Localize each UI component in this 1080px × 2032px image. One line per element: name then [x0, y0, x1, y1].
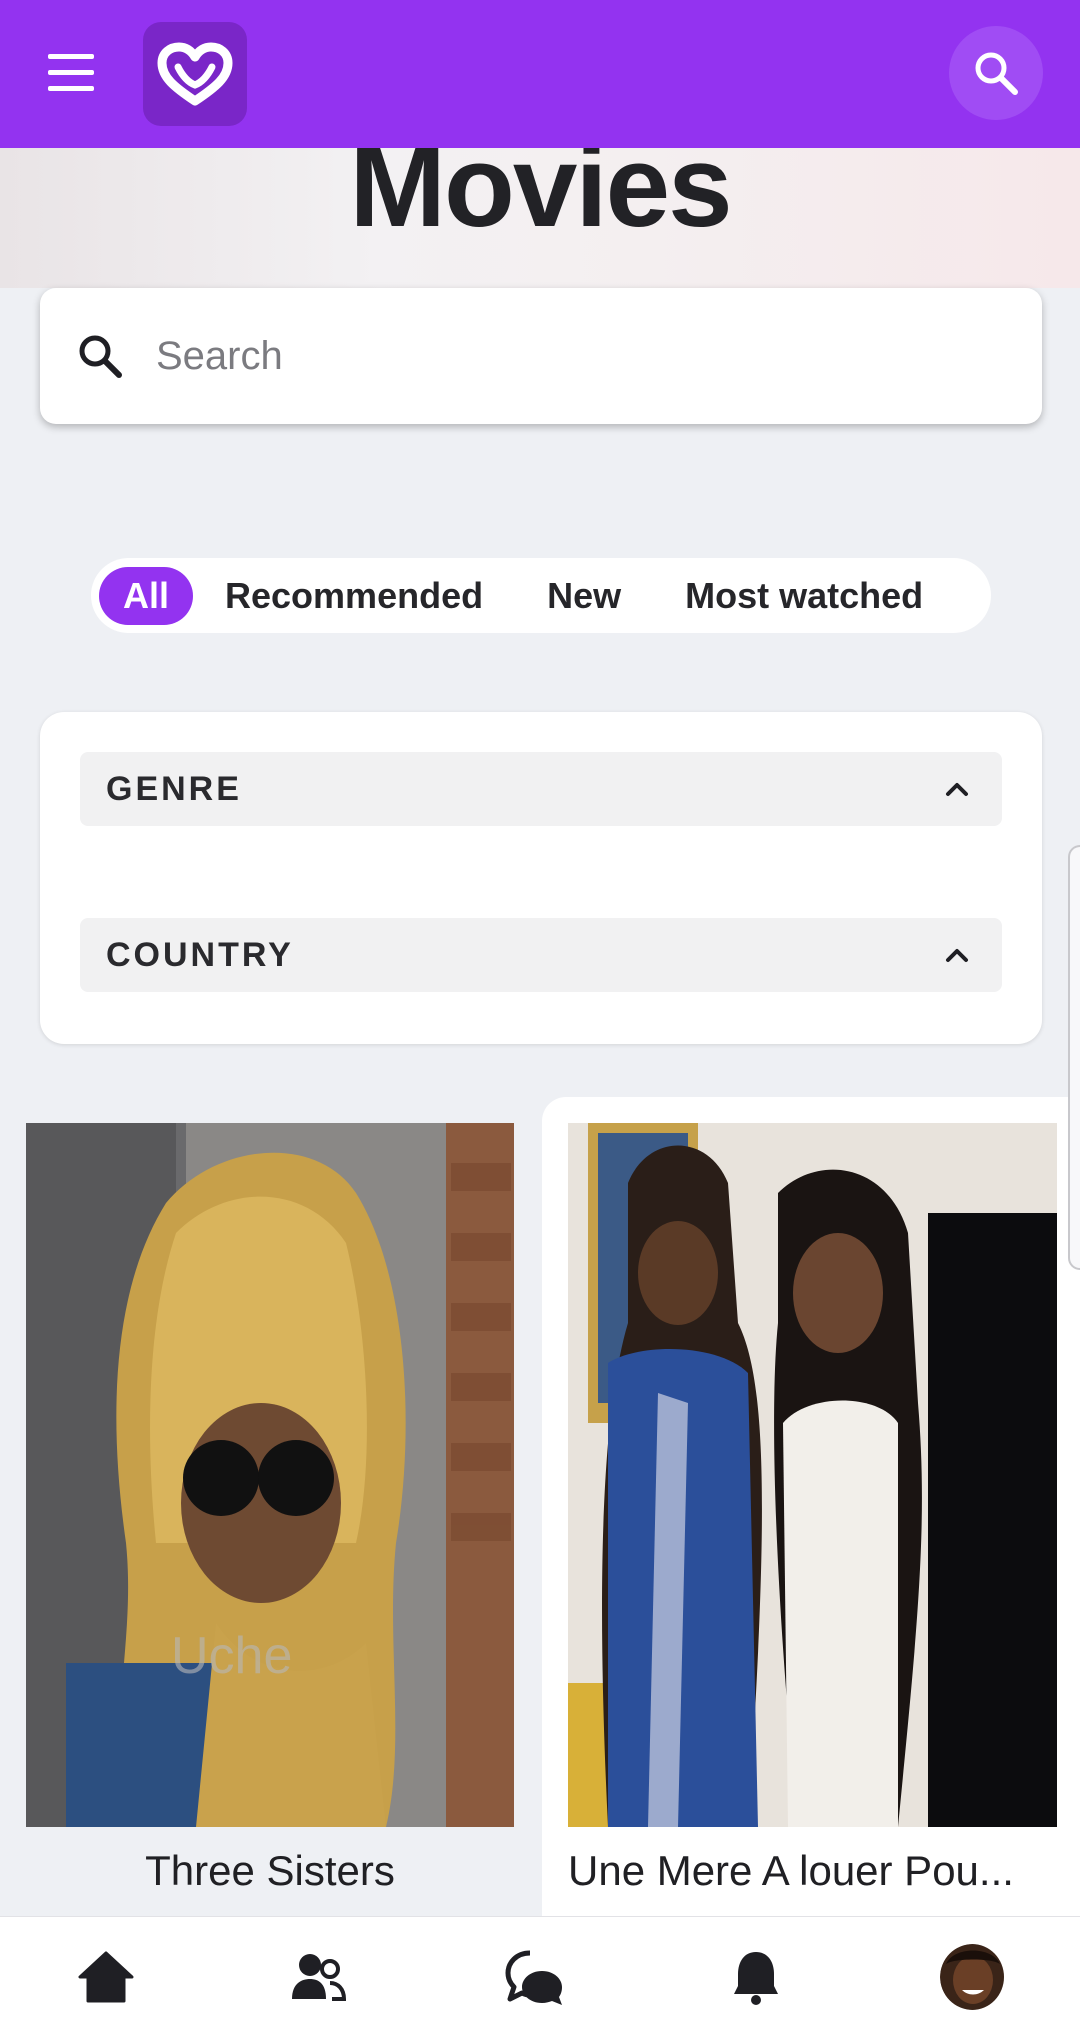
top-app-bar: [0, 0, 1080, 148]
search-icon: [975, 52, 1018, 95]
filter-chip-group: All Recommended New Most watched: [91, 558, 991, 633]
hamburger-line: [48, 86, 94, 91]
scroll-indicator[interactable]: [1068, 845, 1080, 1270]
chip-most-watched[interactable]: Most watched: [685, 567, 923, 625]
filter-panel: GENRE COUNTRY: [40, 712, 1042, 1044]
avatar: [940, 1944, 1004, 2010]
chevron-up-icon: [946, 949, 968, 962]
chip-new[interactable]: New: [547, 567, 621, 625]
nav-chat[interactable]: [503, 1945, 567, 2009]
app-logo[interactable]: [143, 22, 247, 126]
heart-logo-icon: [157, 42, 233, 106]
nav-profile[interactable]: [940, 1944, 1004, 2010]
users-icon: [292, 1954, 347, 2001]
chip-recommended[interactable]: Recommended: [225, 567, 483, 625]
hamburger-menu-icon: [48, 54, 94, 59]
nav-home[interactable]: [74, 1945, 138, 2009]
header-search-button[interactable]: [949, 26, 1043, 120]
movie-card[interactable]: Une Mere A louer Pou...: [542, 1097, 1080, 1917]
genre-label: GENRE: [106, 769, 242, 808]
menu-button[interactable]: [40, 46, 100, 102]
search-input[interactable]: [156, 333, 976, 379]
country-label: COUNTRY: [106, 935, 294, 974]
movie-card[interactable]: Uche Three Sisters: [0, 1097, 514, 1917]
bell-icon: [734, 1952, 778, 2005]
chip-all[interactable]: All: [99, 566, 194, 625]
home-icon: [78, 1951, 134, 2003]
country-accordion[interactable]: COUNTRY: [80, 918, 1002, 992]
movie-title: Three Sisters: [145, 1847, 395, 1894]
bottom-navigation: [0, 1916, 1080, 2032]
svg-text:Uche: Uche: [171, 1627, 292, 1685]
hamburger-line: [48, 70, 94, 75]
nav-notifications[interactable]: [724, 1945, 788, 2009]
movie-title: Une Mere A louer Pou...: [568, 1847, 1014, 1894]
chat-icon: [505, 1950, 562, 2005]
chevron-up-icon: [946, 783, 968, 796]
search-icon: [72, 328, 128, 384]
movie-poster: Uche: [26, 1123, 514, 1827]
genre-accordion[interactable]: GENRE: [80, 752, 1002, 826]
movie-poster: [568, 1123, 1057, 1827]
nav-friends[interactable]: [286, 1945, 350, 2009]
search-bar: [40, 288, 1042, 424]
